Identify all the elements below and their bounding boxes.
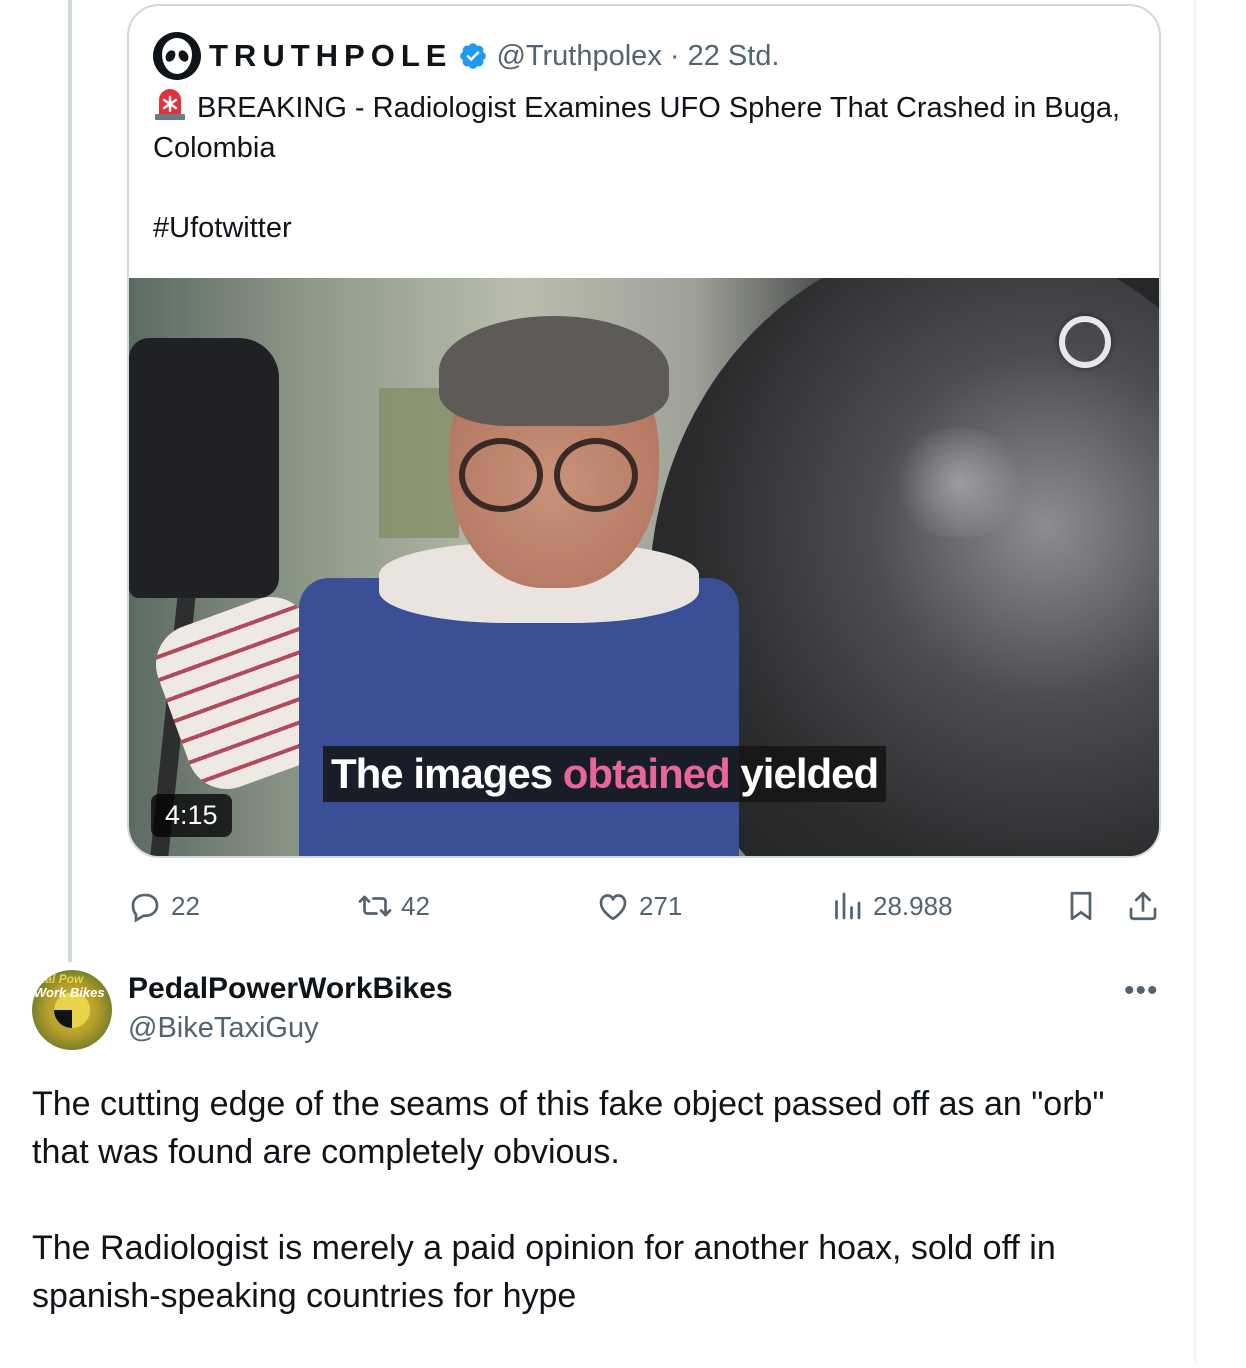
views-icon — [835, 892, 861, 920]
reply-author-name[interactable]: PedalPowerWorkBikes — [128, 972, 453, 1006]
post-action-bar: 22 42 271 28.988 — [127, 884, 1167, 928]
video-frame-camera — [129, 338, 279, 598]
repost-icon — [358, 895, 392, 917]
share-icon — [1129, 891, 1157, 921]
quoted-headline: BREAKING - Radiologist Examines UFO Sphe… — [153, 92, 1121, 164]
views-button[interactable]: 28.988 — [829, 884, 953, 928]
quoted-post-card[interactable]: TRUTHPOLE @Truthpolex · 22 Std. BREAKING… — [127, 4, 1161, 858]
quoted-author-name[interactable]: TRUTHPOLE — [209, 38, 452, 74]
quoted-post-header: TRUTHPOLE @Truthpolex · 22 Std. — [153, 32, 780, 80]
hashtag-link[interactable]: #Ufotwitter — [153, 212, 292, 244]
quoted-handle-time[interactable]: @Truthpolex · 22 Std. — [496, 40, 779, 73]
like-button[interactable]: 271 — [595, 884, 682, 928]
repost-button[interactable]: 42 — [357, 884, 430, 928]
reply-paragraph: The cutting edge of the seams of this fa… — [32, 1085, 1105, 1171]
reply-button[interactable]: 22 — [127, 884, 200, 928]
verified-badge-icon — [460, 43, 487, 69]
reply-author-handle[interactable]: @BikeTaxiGuy — [128, 1012, 319, 1045]
video-player[interactable]: The images obtained yielded 4:15 — [129, 278, 1159, 856]
reply-paragraph: The Radiologist is merely a paid opinion… — [32, 1229, 1056, 1315]
video-subtitle: The images obtained yielded — [323, 746, 887, 802]
share-button[interactable] — [1125, 884, 1169, 928]
like-icon — [599, 894, 627, 921]
alien-avatar-icon[interactable] — [153, 32, 201, 80]
more-icon[interactable]: ••• — [1124, 974, 1159, 1008]
reply-author-avatar[interactable]: dal Pow Work Bikes — [32, 970, 112, 1050]
timeline-border — [1194, 0, 1196, 1362]
video-frame-background — [379, 388, 459, 538]
quoted-post-text: BREAKING - Radiologist Examines UFO Sphe… — [153, 88, 1143, 248]
watermark-logo — [1059, 316, 1111, 368]
reply-icon — [131, 893, 159, 923]
bookmark-icon — [1070, 891, 1092, 921]
siren-emoji-icon — [155, 89, 185, 120]
thread-connector-line — [68, 0, 72, 962]
video-duration-badge: 4:15 — [151, 794, 232, 837]
reply-post-text: The cutting edge of the seams of this fa… — [32, 1080, 1162, 1368]
bookmark-button[interactable] — [1063, 884, 1107, 928]
